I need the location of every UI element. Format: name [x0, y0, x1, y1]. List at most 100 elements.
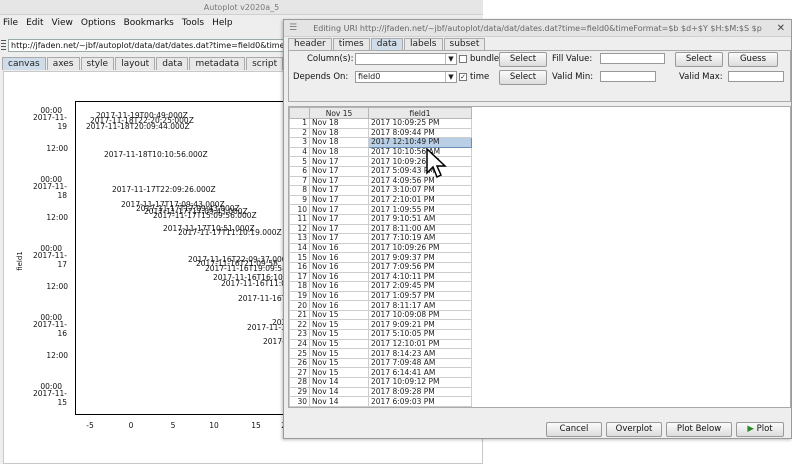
fill-value-input[interactable] — [600, 53, 665, 64]
tab-header[interactable]: header — [288, 38, 332, 50]
table-cell[interactable]: 2017 3:10:07 PM — [368, 185, 472, 196]
table-cell[interactable]: 2017 9:10:51 AM — [368, 213, 472, 225]
table-cell[interactable]: Nov 15 — [309, 338, 369, 350]
table-row[interactable]: 10 Nov 17 2017 1:09:55 PM — [289, 204, 472, 215]
window-menu-icon[interactable]: ☰ — [289, 20, 297, 37]
row-number-cell[interactable]: 16 — [289, 261, 310, 273]
table-row[interactable]: 13 Nov 17 2017 7:10:19 AM — [289, 233, 472, 244]
table-row[interactable]: 19 Nov 16 2017 1:09:57 PM — [289, 290, 472, 302]
table-cell[interactable]: Nov 17 — [309, 156, 369, 167]
table-cell[interactable]: Nov 17 — [309, 175, 369, 187]
tab-data[interactable]: data — [156, 57, 189, 70]
table-row[interactable]: 8 Nov 17 2017 3:10:07 PM — [289, 185, 472, 196]
table-cell[interactable]: 2017 7:09:56 PM — [368, 261, 472, 273]
table-cell[interactable]: Nov 17 — [309, 185, 369, 196]
drag-grip-icon[interactable] — [1, 40, 6, 51]
table-row[interactable]: 26 Nov 15 2017 7:09:48 AM — [289, 357, 472, 369]
table-cell[interactable]: Nov 15 — [309, 319, 369, 331]
table-cell[interactable]: 2017 2:10:01 PM — [368, 194, 472, 206]
table-row[interactable]: 27 Nov 15 2017 6:14:41 AM — [289, 367, 472, 379]
table-cell[interactable]: Nov 15 — [309, 329, 369, 340]
row-number-cell[interactable]: 26 — [289, 357, 310, 369]
table-cell[interactable]: 2017 6:14:41 AM — [368, 367, 472, 379]
table-cell[interactable]: 2017 4:09:56 PM — [368, 175, 472, 187]
table-cell[interactable]: 2017 10:09:12 PM — [368, 377, 472, 388]
table-cell[interactable]: 2017 6:09:03 PM — [368, 396, 472, 407]
plot-button[interactable]: ▶ Plot — [736, 422, 784, 437]
table-row[interactable]: 18 Nov 16 2017 2:09:45 PM — [289, 281, 472, 292]
cancel-button[interactable]: Cancel — [546, 422, 602, 437]
tab-style[interactable]: style — [80, 57, 115, 70]
row-number-cell[interactable]: 6 — [289, 165, 310, 177]
table-cell[interactable]: 2017 1:09:55 PM — [368, 204, 472, 215]
table-row[interactable]: 22 Nov 15 2017 9:09:21 PM — [289, 319, 472, 331]
column-header[interactable]: field1 — [368, 107, 472, 119]
chevron-down-icon[interactable]: ▼ — [445, 72, 456, 82]
table-cell[interactable]: Nov 17 — [309, 204, 369, 215]
tab-subset[interactable]: subset — [443, 38, 486, 50]
menu-options[interactable]: Options — [81, 18, 116, 28]
row-number-cell[interactable]: 19 — [289, 290, 310, 302]
menu-help[interactable]: Help — [212, 18, 233, 28]
row-number-cell[interactable]: 3 — [289, 137, 310, 148]
table-cell[interactable]: Nov 16 — [309, 242, 369, 254]
table-row[interactable]: 1 Nov 18 2017 10:09:25 PM — [289, 118, 472, 129]
table-cell[interactable]: Nov 15 — [309, 357, 369, 369]
table-cell[interactable]: Nov 18 — [309, 137, 369, 148]
menu-edit[interactable]: Edit — [26, 18, 43, 28]
row-number-cell[interactable]: 14 — [289, 242, 310, 254]
row-number-cell[interactable]: 11 — [289, 213, 310, 225]
table-cell[interactable]: 2017 8:09:44 PM — [368, 127, 472, 139]
table-row[interactable]: 23 Nov 15 2017 5:10:05 PM — [289, 329, 472, 340]
table-cell[interactable]: 2017 8:11:17 AM — [368, 300, 472, 311]
table-cell[interactable]: 2017 9:09:37 PM — [368, 252, 472, 263]
dialog-title-bar[interactable]: ☰ Editing URI http://jfaden.net/~jbf/aut… — [284, 20, 791, 37]
table-cell[interactable]: 2017 8:09:28 PM — [368, 386, 472, 398]
table-cell[interactable]: 2017 10:10:56 AM — [368, 146, 472, 158]
table-cell[interactable]: 2017 12:10:01 PM — [368, 338, 472, 350]
table-cell[interactable]: Nov 18 — [309, 127, 369, 139]
table-cell[interactable]: 2017 10:09:08 PM — [368, 309, 472, 321]
chevron-down-icon[interactable]: ▼ — [445, 54, 456, 64]
table-cell[interactable]: Nov 15 — [309, 348, 369, 359]
row-number-cell[interactable]: 27 — [289, 367, 310, 379]
row-number-cell[interactable]: 15 — [289, 252, 310, 263]
bundle-checkbox[interactable] — [459, 55, 467, 63]
tab-metadata[interactable]: metadata — [189, 57, 246, 70]
data-table-panel[interactable]: Nov 15 field1 1 Nov 18 2017 10:09:25 PM 2 No… — [288, 106, 791, 408]
tab-canvas[interactable]: canvas — [2, 57, 46, 70]
row-number-cell[interactable]: 8 — [289, 185, 310, 196]
row-number-cell[interactable]: 29 — [289, 386, 310, 398]
table-cell[interactable]: Nov 17 — [309, 233, 369, 244]
table-row[interactable]: 28 Nov 14 2017 10:09:12 PM — [289, 377, 472, 388]
table-cell[interactable]: Nov 18 — [309, 118, 369, 129]
columns-combo[interactable]: ▼ — [355, 53, 457, 65]
table-cell[interactable]: Nov 16 — [309, 281, 369, 292]
table-cell[interactable]: Nov 15 — [309, 367, 369, 379]
tab-layout[interactable]: layout — [115, 57, 156, 70]
table-cell[interactable]: Nov 14 — [309, 377, 369, 388]
table-row[interactable]: 20 Nov 16 2017 8:11:17 AM — [289, 300, 472, 311]
row-number-cell[interactable]: 1 — [289, 118, 310, 129]
table-row[interactable]: 24 Nov 15 2017 12:10:01 PM — [289, 338, 472, 350]
table-row[interactable]: 25 Nov 15 2017 8:14:23 AM — [289, 348, 472, 359]
row-number-cell[interactable]: 10 — [289, 204, 310, 215]
table-cell[interactable]: Nov 16 — [309, 271, 369, 283]
row-number-cell[interactable]: 2 — [289, 127, 310, 139]
table-cell[interactable]: 2017 5:09:43 PM — [368, 165, 472, 177]
guess-button[interactable]: Guess — [728, 52, 778, 67]
table-row[interactable]: 14 Nov 16 2017 10:09:26 PM — [289, 242, 472, 254]
row-number-cell[interactable]: 4 — [289, 146, 310, 158]
tab-data[interactable]: data — [370, 38, 404, 50]
row-number-cell[interactable]: 7 — [289, 175, 310, 187]
table-cell[interactable]: Nov 16 — [309, 300, 369, 311]
row-number-cell[interactable]: 17 — [289, 271, 310, 283]
table-cell[interactable]: Nov 14 — [309, 396, 369, 407]
close-icon[interactable]: ✕ — [777, 20, 785, 37]
table-row[interactable]: 9 Nov 17 2017 2:10:01 PM — [289, 194, 472, 206]
valid-max-input[interactable] — [728, 71, 784, 82]
table-cell[interactable]: 2017 7:09:48 AM — [368, 357, 472, 369]
row-number-cell[interactable]: 12 — [289, 223, 310, 235]
table-cell[interactable]: 2017 10:09:25 PM — [368, 118, 472, 129]
table-row[interactable]: 11 Nov 17 2017 9:10:51 AM — [289, 213, 472, 225]
